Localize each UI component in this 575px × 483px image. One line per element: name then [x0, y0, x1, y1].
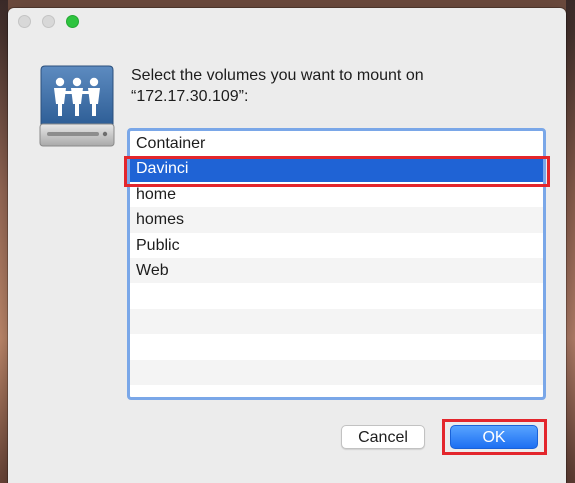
list-item-public[interactable]: Public [130, 233, 543, 258]
list-item-homes[interactable]: homes [130, 207, 543, 233]
empty-row [130, 283, 543, 308]
desktop-wallpaper-right [566, 0, 575, 483]
empty-row [130, 334, 543, 359]
empty-row [130, 359, 543, 385]
list-item-container[interactable]: Container [130, 131, 543, 156]
minimize-window-button[interactable] [42, 15, 55, 28]
network-volume-icon [39, 62, 115, 158]
empty-row [130, 308, 543, 335]
volumes-list[interactable]: Container Davinci home homes Public Web [127, 128, 546, 400]
empty-row [130, 385, 543, 397]
prompt-line-2: “172.17.30.109”: [131, 88, 249, 105]
list-item-davinci[interactable]: Davinci [130, 156, 543, 182]
desktop-wallpaper-left [0, 0, 8, 483]
list-item-web[interactable]: Web [130, 257, 543, 284]
dialog-prompt: Select the volumes you want to mount on … [131, 65, 551, 107]
close-window-button[interactable] [18, 15, 31, 28]
zoom-window-button[interactable] [66, 15, 79, 28]
prompt-line-1: Select the volumes you want to mount on [131, 67, 424, 84]
list-item-home[interactable]: home [130, 182, 543, 207]
mount-volumes-dialog: Select the volumes you want to mount on … [8, 8, 566, 483]
cancel-button[interactable]: Cancel [341, 425, 425, 449]
ok-button[interactable]: OK [450, 425, 538, 449]
window-titlebar [8, 8, 566, 36]
